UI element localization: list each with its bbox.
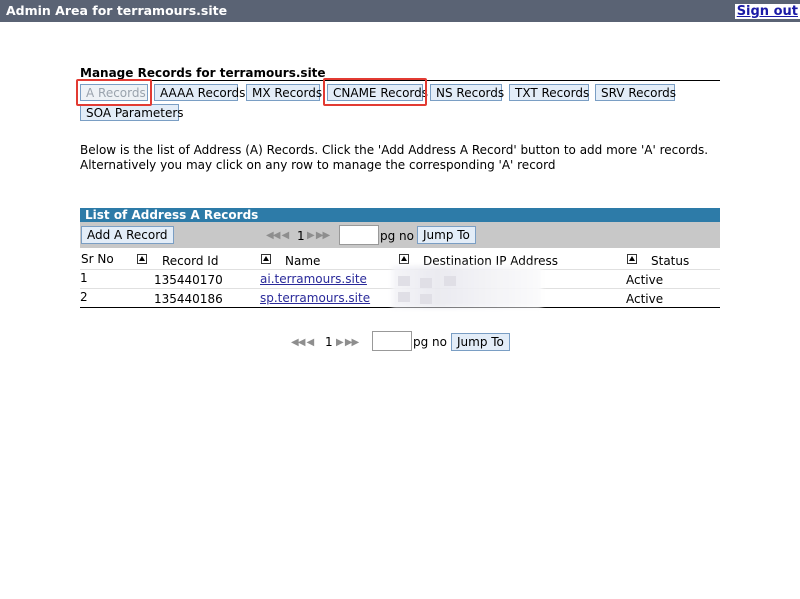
sort-icon[interactable] — [137, 254, 147, 264]
redaction-block — [444, 276, 456, 286]
current-page-number: 1 — [297, 229, 305, 243]
row-1-record-id[interactable]: 135440170 — [154, 273, 223, 287]
redaction-block — [420, 294, 432, 304]
bottom-pg-no-label: pg no — [413, 335, 447, 349]
column-header-sr-no: Sr No — [81, 252, 114, 266]
row-2-name-link[interactable]: sp.terramours.site — [260, 291, 370, 305]
row-1-status: Active — [626, 273, 664, 287]
bottom-current-page-number: 1 — [325, 335, 333, 349]
top-bar: Admin Area for terramours.site Sign out — [0, 0, 800, 22]
add-a-record-button[interactable]: Add A Record — [81, 226, 174, 244]
tab-srv-records[interactable]: SRV Records — [595, 84, 676, 101]
next-last-page-icon[interactable]: ▶ ▶▶ — [307, 230, 330, 241]
bottom-jump-to-button[interactable]: Jump To — [451, 333, 510, 351]
sort-icon[interactable] — [261, 254, 271, 264]
column-header-name[interactable]: Name — [285, 254, 320, 268]
tab-ns-records[interactable]: NS Records — [430, 84, 504, 101]
row-1-sr-no: 1 — [80, 271, 88, 285]
redacted-destination-ip — [392, 266, 542, 308]
pg-no-label: pg no — [380, 229, 414, 243]
list-toolbar: Add A Record ◀◀ ◀ 1 ▶ ▶▶ pg no Jump To — [80, 222, 720, 248]
first-prev-page-icon[interactable]: ◀◀ ◀ — [266, 230, 289, 241]
list-title: List of Address A Records — [80, 208, 720, 222]
tab-mx-records[interactable]: MX Records — [246, 84, 322, 101]
row-2-record-id[interactable]: 135440186 — [154, 292, 223, 306]
highlight-box-cname-records — [323, 78, 427, 106]
redaction-block — [420, 278, 432, 288]
tab-soa-parameters[interactable]: SOA Parameters — [80, 104, 184, 121]
app-title: Admin Area for terramours.site — [6, 3, 228, 18]
column-header-status[interactable]: Status — [651, 254, 689, 268]
sort-icon[interactable] — [399, 254, 409, 264]
highlight-box-a-records — [76, 79, 152, 106]
row-1-name-link[interactable]: ai.terramours.site — [260, 272, 367, 286]
jump-to-button[interactable]: Jump To — [417, 226, 476, 244]
sort-icon[interactable] — [627, 254, 637, 264]
page-number-input[interactable] — [339, 225, 379, 245]
redaction-block — [398, 276, 410, 286]
bottom-page-number-input[interactable] — [372, 331, 412, 351]
redaction-block — [398, 292, 410, 302]
bottom-first-prev-page-icon[interactable]: ◀◀ ◀ — [291, 337, 314, 348]
row-2-status: Active — [626, 292, 664, 306]
records-description: Below is the list of Address (A) Records… — [80, 143, 709, 172]
row-2-sr-no: 2 — [80, 290, 88, 304]
bottom-next-last-page-icon[interactable]: ▶ ▶▶ — [336, 337, 359, 348]
tab-aaaa-records[interactable]: AAAA Records — [154, 84, 245, 101]
column-header-record-id[interactable]: Record Id — [162, 254, 218, 268]
page-title: Manage Records for terramours.site — [80, 66, 326, 80]
sign-out-link[interactable]: Sign out — [734, 4, 800, 19]
tab-txt-records[interactable]: TXT Records — [509, 84, 589, 101]
